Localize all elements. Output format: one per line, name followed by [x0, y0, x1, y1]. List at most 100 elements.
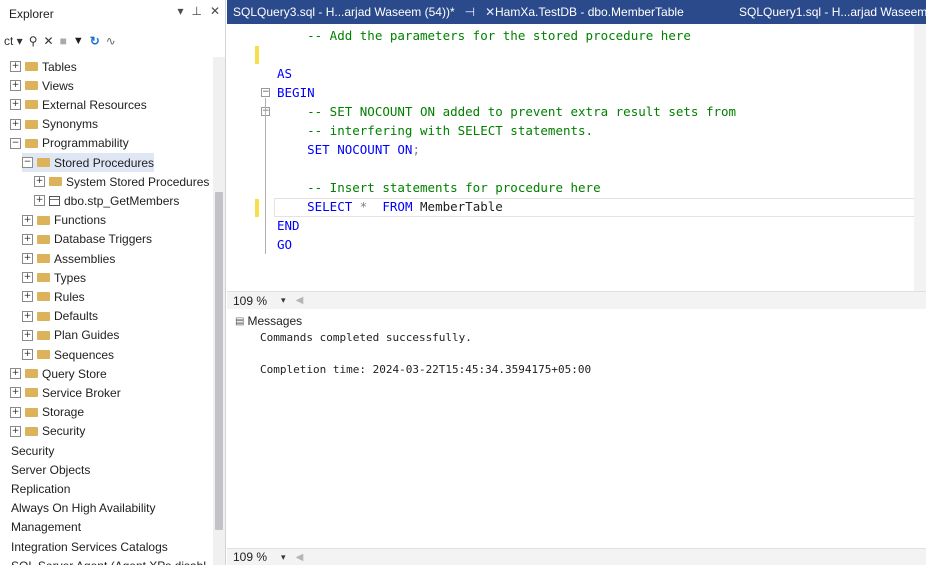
- pin-tab-icon[interactable]: ⊣: [465, 5, 475, 19]
- tree-node[interactable]: + System Stored Procedures: [34, 172, 209, 191]
- tree-node[interactable]: Management: [11, 518, 81, 537]
- tab-sqlquery3[interactable]: SQLQuery3.sql - H...arjad Waseem (54))* …: [229, 0, 495, 24]
- code-token: AS: [277, 66, 293, 81]
- change-marker: [255, 199, 259, 217]
- tree-node[interactable]: + dbo.stp_GetMembers: [34, 191, 179, 210]
- expand-icon[interactable]: +: [22, 233, 33, 245]
- code-token: SELECT: [277, 199, 360, 214]
- pin-icon[interactable]: ⊥: [191, 4, 201, 18]
- message-line: Commands completed successfully.: [260, 331, 472, 344]
- expand-icon[interactable]: +: [10, 80, 21, 92]
- tree-node[interactable]: + Sequences: [22, 345, 114, 364]
- refresh-icon[interactable]: ↻: [90, 34, 100, 48]
- tree-node[interactable]: + Types: [22, 268, 86, 287]
- stop-icon[interactable]: ■: [60, 34, 67, 48]
- scroll-left-icon[interactable]: ◀: [296, 295, 304, 306]
- tab-sqlquery1[interactable]: SQLQuery1.sql - H...arjad Waseem: [735, 0, 926, 24]
- filter-icon[interactable]: ▼: [73, 35, 84, 47]
- tree-node[interactable]: Server Objects: [11, 460, 90, 479]
- expand-icon[interactable]: +: [22, 272, 33, 284]
- message-line: Completion time: 2024-03-22T15:45:34.359…: [260, 363, 592, 376]
- tree-node[interactable]: Integration Services Catalogs: [11, 537, 168, 556]
- tree-node[interactable]: + Functions: [22, 211, 106, 230]
- tree-node-label: Database Triggers: [54, 232, 153, 247]
- expand-icon[interactable]: +: [10, 406, 21, 418]
- tree-node-label: Stored Procedures: [54, 155, 155, 170]
- code-line: GO: [277, 235, 292, 254]
- messages-tab[interactable]: ▤ Messages: [227, 311, 926, 331]
- code-line: -- interfering with SELECT statements.: [277, 121, 593, 140]
- tree-node-label: Storage: [42, 405, 85, 420]
- zoom-dropdown-icon[interactable]: ▾: [281, 552, 286, 563]
- code-editor[interactable]: − − -- Add the parameters for the stored…: [227, 24, 926, 291]
- tree-node[interactable]: + Tables: [10, 57, 77, 76]
- code-token: GO: [277, 237, 293, 252]
- zoom-level[interactable]: 109 %: [233, 294, 267, 308]
- expand-icon[interactable]: +: [10, 118, 21, 130]
- expand-icon[interactable]: +: [22, 291, 33, 303]
- expand-icon[interactable]: +: [22, 214, 33, 226]
- expand-icon[interactable]: +: [10, 61, 21, 72]
- close-icon[interactable]: ✕: [210, 4, 220, 18]
- disconnect-icon[interactable]: ✕: [44, 34, 54, 48]
- activity-icon[interactable]: ∿: [106, 34, 116, 48]
- tree-node[interactable]: Always On High Availability: [11, 499, 156, 518]
- collapse-icon[interactable]: −: [10, 137, 21, 149]
- tree-node[interactable]: Security: [11, 441, 54, 460]
- explorer-scrollbar[interactable]: [213, 57, 225, 565]
- folder-icon: [25, 388, 38, 398]
- scroll-left-icon[interactable]: ◀: [296, 552, 304, 563]
- folder-icon: [25, 138, 38, 148]
- tree-node[interactable]: + Storage: [10, 403, 84, 422]
- expand-icon[interactable]: +: [22, 329, 33, 341]
- connect-icon[interactable]: ⚲: [29, 34, 38, 48]
- tree-node[interactable]: + Rules: [22, 287, 85, 306]
- folder-icon: [37, 215, 50, 225]
- tree-node[interactable]: + Service Broker: [10, 383, 121, 402]
- tree-node[interactable]: + Security: [10, 422, 85, 441]
- tree-node[interactable]: + Database Triggers: [22, 230, 152, 249]
- tree-node[interactable]: Replication: [11, 479, 70, 498]
- explorer-scroll-thumb[interactable]: [215, 192, 223, 530]
- tab-membertable[interactable]: HamXa.TestDB - dbo.MemberTable: [491, 0, 684, 24]
- tree-node[interactable]: + Defaults: [22, 307, 98, 326]
- code-line: END: [277, 216, 300, 235]
- tree-node[interactable]: + Synonyms: [10, 115, 98, 134]
- expand-icon[interactable]: +: [22, 349, 33, 360]
- zoom-level[interactable]: 109 %: [233, 550, 267, 564]
- window-position-icon[interactable]: ▾: [177, 4, 183, 18]
- expand-icon[interactable]: +: [10, 387, 21, 399]
- change-marker: [255, 46, 259, 64]
- expand-icon[interactable]: +: [34, 176, 45, 188]
- tree-node[interactable]: + Plan Guides: [22, 326, 119, 345]
- expand-icon[interactable]: +: [10, 368, 21, 380]
- tree-node[interactable]: + Views: [10, 76, 74, 95]
- expand-icon[interactable]: +: [10, 425, 21, 437]
- folder-icon: [25, 81, 38, 91]
- expand-icon[interactable]: +: [10, 99, 21, 111]
- expand-icon[interactable]: +: [22, 310, 33, 322]
- folder-icon: [37, 254, 50, 263]
- tree-node[interactable]: − Stored Procedures: [22, 153, 155, 172]
- tree-node[interactable]: − Programmability: [10, 134, 129, 153]
- folder-icon: [37, 292, 50, 302]
- code-token: BEGIN: [277, 85, 315, 100]
- connect-dropdown[interactable]: ct ▾: [4, 34, 23, 48]
- folder-icon: [37, 273, 50, 283]
- expand-icon[interactable]: +: [22, 253, 33, 264]
- editor-scrollbar[interactable]: [914, 24, 926, 291]
- zoom-dropdown-icon[interactable]: ▾: [281, 295, 286, 306]
- explorer-title: Explorer: [9, 7, 54, 21]
- tree-node[interactable]: + Assemblies: [22, 249, 115, 268]
- code-token: ;: [412, 142, 420, 157]
- expand-icon[interactable]: +: [34, 195, 45, 207]
- collapse-icon[interactable]: −: [22, 157, 33, 168]
- tree-node[interactable]: + Query Store: [10, 364, 107, 383]
- tree-node[interactable]: + External Resources: [10, 95, 147, 114]
- tree-node-label: Management: [11, 520, 82, 535]
- fold-toggle[interactable]: −: [261, 88, 270, 97]
- tree-node[interactable]: SQL Server Agent (Agent XPs disabl: [11, 556, 206, 565]
- tree-node-label: Server Objects: [11, 462, 91, 477]
- tab-label: SQLQuery3.sql - H...arjad Waseem (54))*: [233, 5, 455, 19]
- tree-node-label: SQL Server Agent (Agent XPs disabl: [11, 559, 206, 565]
